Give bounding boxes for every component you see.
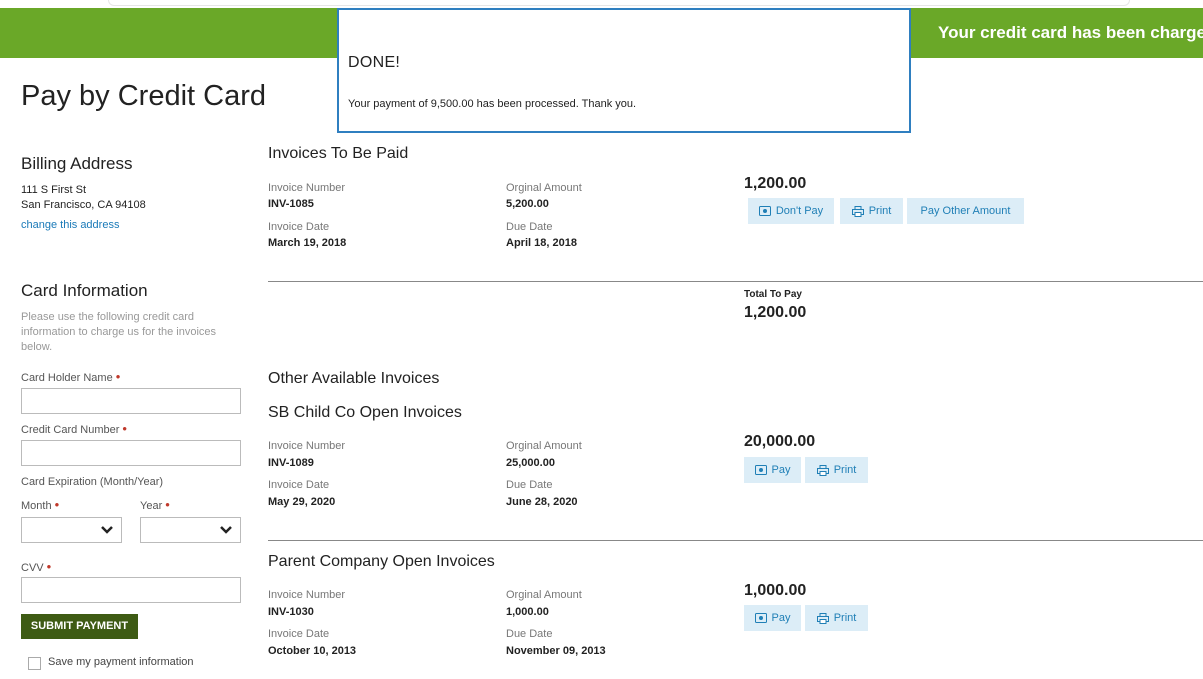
- original-amount: 25,000.00: [506, 457, 555, 469]
- page-title: Pay by Credit Card: [21, 80, 266, 112]
- due-date-label: Due Date: [506, 628, 553, 640]
- card-holder-input[interactable]: [21, 388, 241, 414]
- printer-icon: [851, 205, 864, 217]
- print-label: Print: [833, 464, 857, 476]
- invoice-date-label: Invoice Date: [268, 221, 330, 233]
- pay-other-amount-button[interactable]: Pay Other Amount: [907, 198, 1024, 224]
- card-number-label-text: Credit Card Number: [21, 424, 120, 436]
- save-payment-label: Save my payment information: [48, 656, 194, 668]
- save-payment-checkbox[interactable]: [28, 657, 41, 670]
- invoice-number: INV-1089: [268, 457, 314, 469]
- group-heading-parent-company: Parent Company Open Invoices: [268, 553, 495, 570]
- printer-icon: [816, 464, 829, 476]
- other-invoices-heading: Other Available Invoices: [268, 370, 440, 387]
- invoice-date-label: Invoice Date: [268, 479, 330, 491]
- change-address-link[interactable]: change this address: [21, 219, 119, 231]
- address-line-1: 111 S First St: [21, 184, 87, 196]
- address-line-2: San Francisco, CA 94108: [21, 199, 146, 211]
- month-select[interactable]: [21, 517, 122, 543]
- cvv-label-text: CVV: [21, 562, 44, 574]
- money-icon: [754, 613, 767, 623]
- card-number-input[interactable]: [21, 440, 241, 466]
- print-label: Print: [833, 612, 857, 624]
- year-label: Year •: [140, 497, 170, 512]
- done-dialog: DONE! Your payment of 9,500.00 has been …: [337, 8, 911, 133]
- chevron-down-icon: [101, 526, 113, 534]
- required-mark: •: [54, 497, 60, 512]
- original-amount-label: Orginal Amount: [506, 182, 582, 194]
- money-icon: [754, 465, 767, 475]
- billing-heading: Billing Address: [21, 154, 133, 173]
- invoice-date-label: Invoice Date: [268, 628, 330, 640]
- required-mark: •: [46, 559, 52, 574]
- year-select[interactable]: [140, 517, 241, 543]
- invoice-amount: 1,000.00: [744, 582, 807, 599]
- invoice-date: March 19, 2018: [268, 237, 347, 249]
- expiration-label: Card Expiration (Month/Year): [21, 476, 164, 488]
- print-button[interactable]: Print: [840, 198, 903, 224]
- card-number-label: Credit Card Number •: [21, 421, 127, 436]
- required-mark: •: [122, 421, 127, 436]
- invoice-amount: 20,000.00: [744, 433, 816, 450]
- required-mark: •: [115, 369, 121, 384]
- dont-pay-label: Don't Pay: [775, 205, 824, 217]
- month-label-text: Month: [21, 500, 52, 512]
- due-date: November 09, 2013: [506, 645, 606, 657]
- print-button[interactable]: Print: [805, 605, 868, 631]
- total-value: 1,200.00: [744, 304, 807, 321]
- pay-label: Pay: [771, 612, 791, 624]
- required-mark: •: [165, 497, 170, 512]
- card-holder-label-text: Card Holder Name: [21, 372, 113, 384]
- printer-icon: [816, 612, 829, 624]
- original-amount-label: Orginal Amount: [506, 589, 582, 601]
- pay-button[interactable]: Pay: [744, 457, 801, 483]
- due-date: April 18, 2018: [506, 237, 577, 249]
- print-button[interactable]: Print: [805, 457, 868, 483]
- original-amount-label: Orginal Amount: [506, 440, 582, 452]
- pay-amount: 1,200.00: [744, 175, 807, 192]
- invoices-to-pay-heading: Invoices To Be Paid: [268, 145, 409, 162]
- original-amount: 1,000.00: [506, 606, 549, 618]
- card-help-text: Please use the following credit card inf…: [21, 311, 217, 353]
- invoice-number-label: Invoice Number: [268, 440, 346, 452]
- dont-pay-button[interactable]: Don't Pay: [748, 198, 834, 224]
- divider: [268, 281, 1203, 282]
- due-date: June 28, 2020: [506, 496, 578, 508]
- month-label: Month •: [21, 497, 59, 512]
- due-date-label: Due Date: [506, 221, 553, 233]
- invoice-number-label: Invoice Number: [268, 182, 346, 194]
- invoice-number: INV-1085: [268, 198, 314, 210]
- pay-button[interactable]: Pay: [744, 605, 801, 631]
- group-heading-sb-child-co: SB Child Co Open Invoices: [268, 404, 462, 421]
- print-label: Print: [868, 205, 892, 217]
- invoice-date: May 29, 2020: [268, 496, 336, 508]
- top-strip: [0, 0, 1203, 8]
- divider: [268, 540, 1203, 541]
- money-icon: [758, 206, 771, 216]
- total-label: Total To Pay: [744, 289, 802, 300]
- browser-bar: [108, 0, 1130, 6]
- invoice-date: October 10, 2013: [268, 645, 357, 657]
- submit-payment-button[interactable]: SUBMIT PAYMENT: [21, 614, 138, 639]
- banner-text: Your credit card has been charged: [938, 23, 1203, 42]
- pay-other-amount-label: Pay Other Amount: [920, 205, 1011, 217]
- original-amount: 5,200.00: [506, 198, 549, 210]
- chevron-down-icon: [220, 526, 232, 534]
- year-label-text: Year: [140, 500, 163, 512]
- dialog-title: DONE!: [348, 54, 401, 71]
- due-date-label: Due Date: [506, 479, 553, 491]
- cvv-label: CVV •: [21, 559, 51, 574]
- pay-label: Pay: [771, 464, 791, 476]
- invoice-number: INV-1030: [268, 606, 314, 618]
- cvv-input[interactable]: [21, 577, 241, 603]
- dialog-message: Your payment of 9,500.00 has been proces…: [348, 98, 637, 110]
- card-heading: Card Information: [21, 281, 148, 300]
- invoice-number-label: Invoice Number: [268, 589, 346, 601]
- billing-address: 111 S First St San Francisco, CA 94108: [21, 183, 146, 213]
- card-holder-label: Card Holder Name •: [21, 369, 120, 384]
